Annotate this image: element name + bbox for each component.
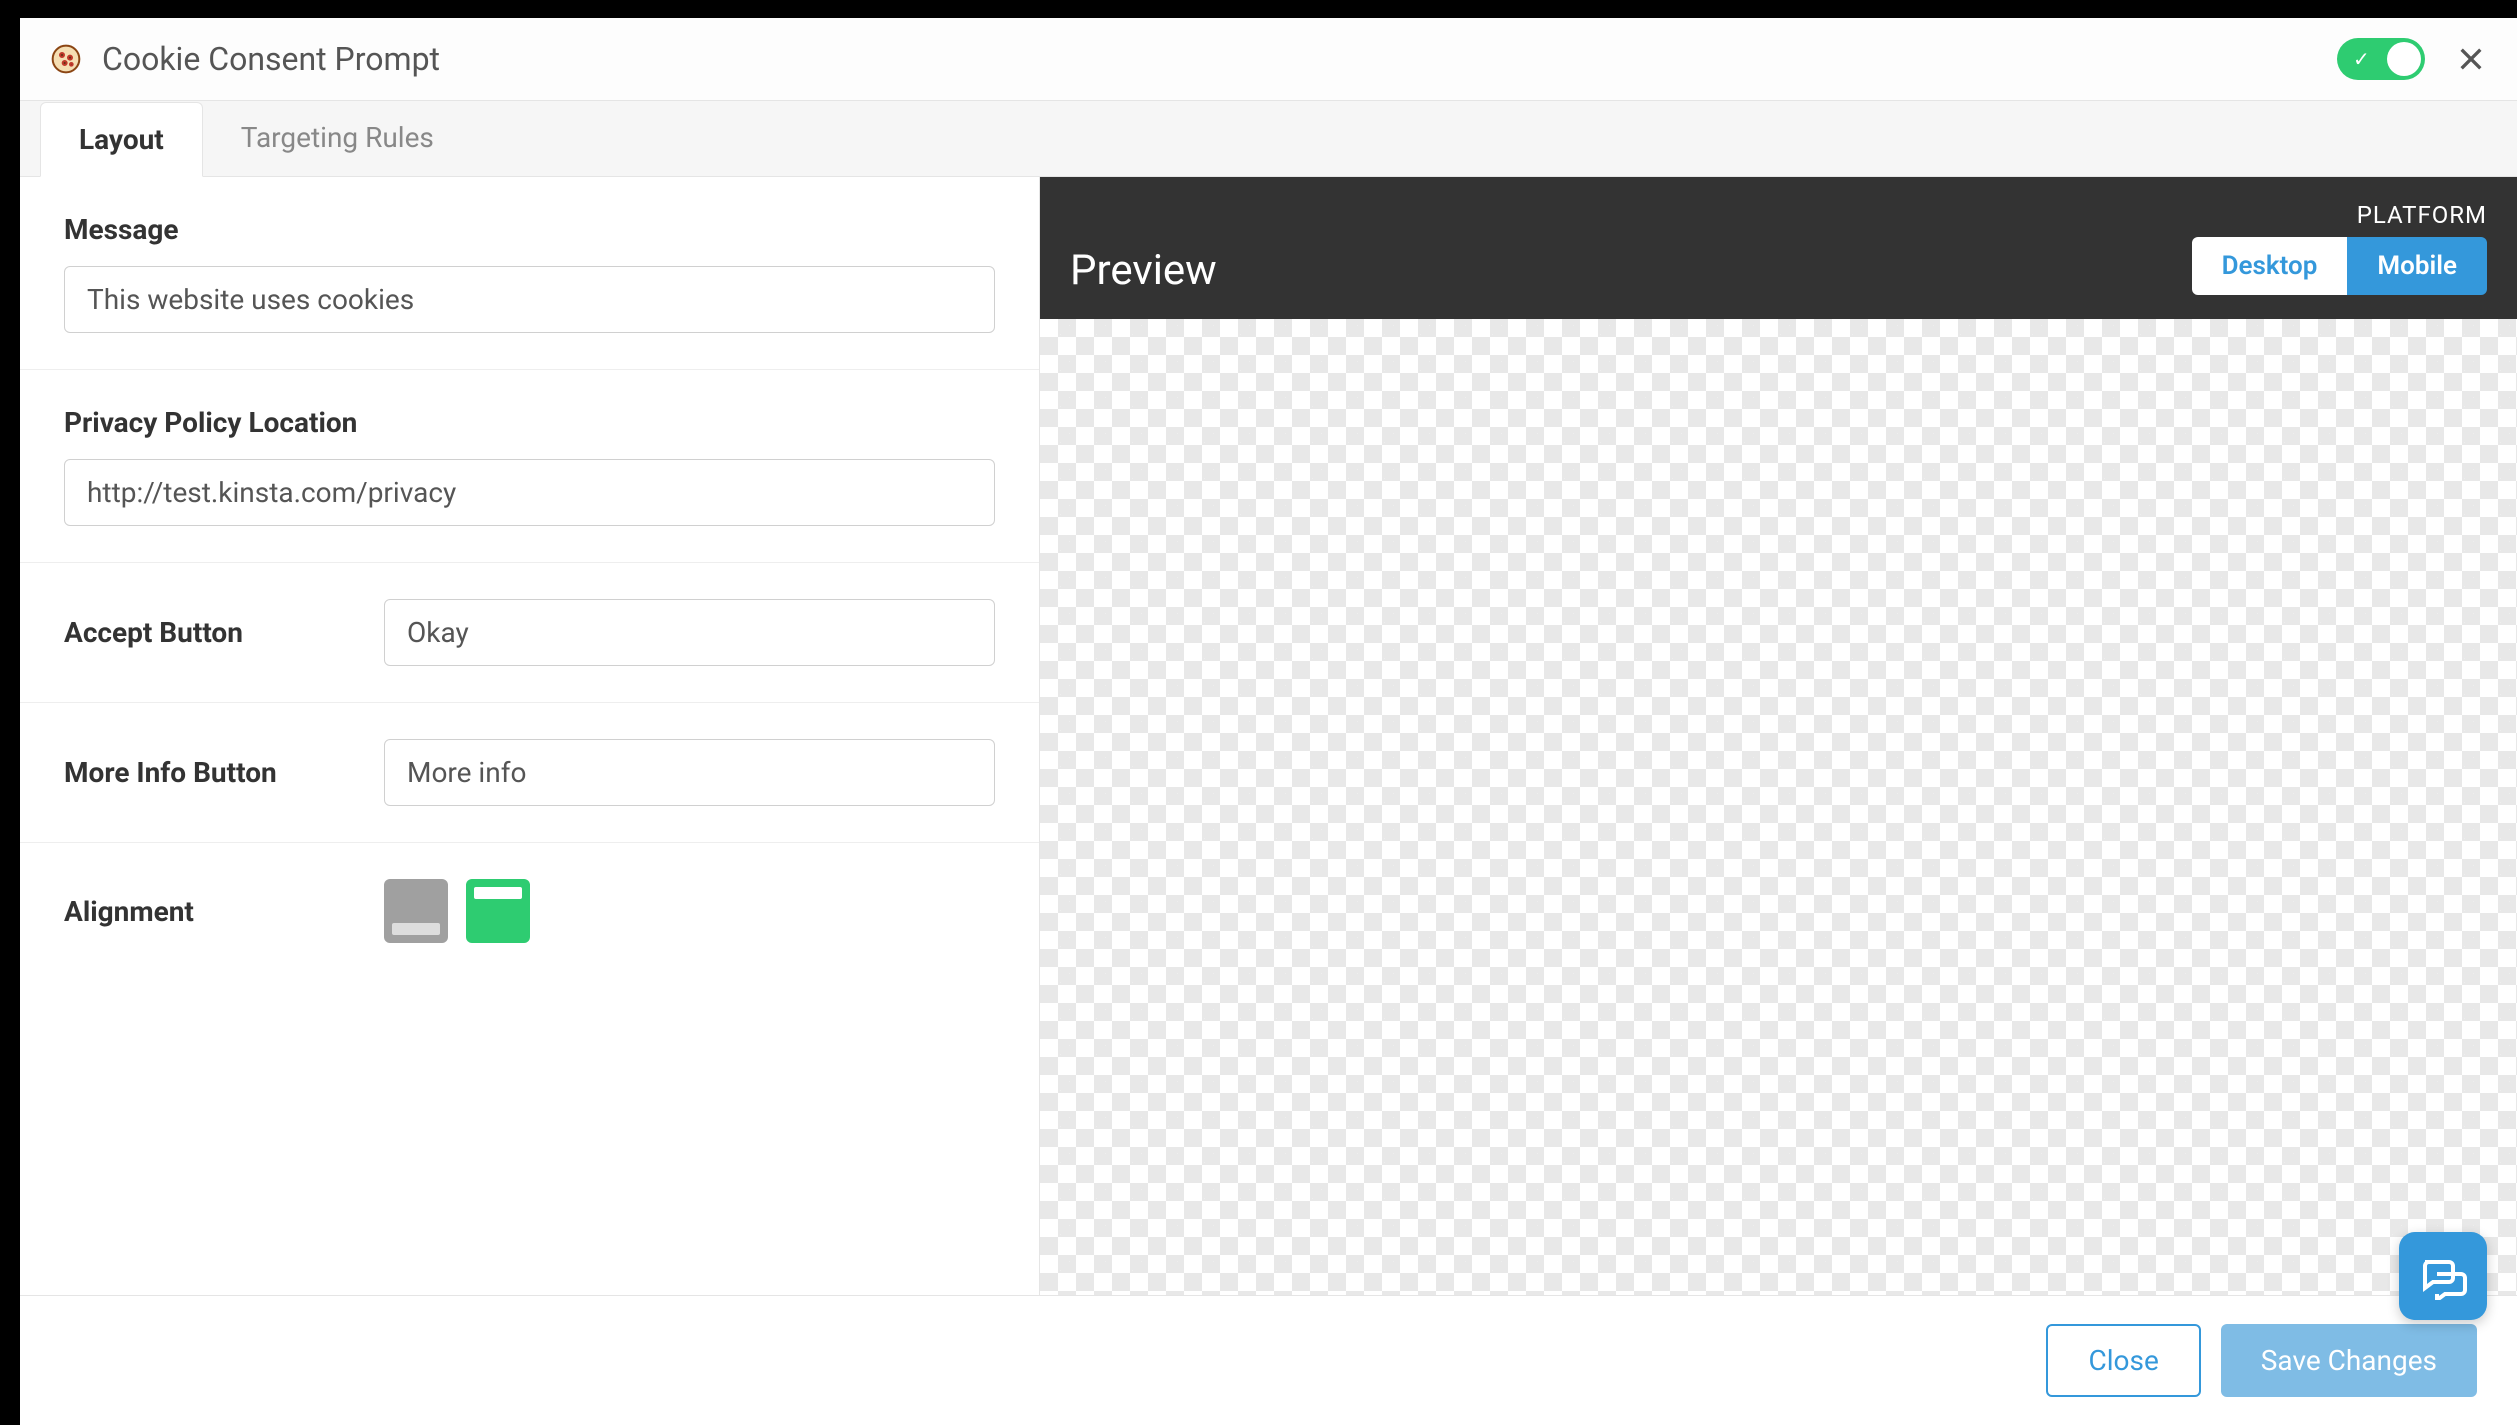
platform-toggle: Desktop Mobile xyxy=(2192,237,2487,295)
privacy-input[interactable] xyxy=(64,459,995,526)
moreinfo-input[interactable] xyxy=(384,739,995,806)
tabs-bar: Layout Targeting Rules xyxy=(20,101,2517,177)
preview-header: Preview PLATFORM Desktop Mobile xyxy=(1040,177,2517,319)
accept-label: Accept Button xyxy=(64,616,384,649)
tab-targeting-rules[interactable]: Targeting Rules xyxy=(203,101,472,176)
preview-title: Preview xyxy=(1070,246,1217,295)
modal-title: Cookie Consent Prompt xyxy=(102,40,2337,78)
modal-footer: Close Save Changes xyxy=(20,1295,2517,1425)
alignment-field-row: Alignment xyxy=(20,843,1039,979)
privacy-label: Privacy Policy Location xyxy=(64,406,995,439)
modal-header: Cookie Consent Prompt ✓ xyxy=(20,18,2517,101)
save-changes-button[interactable]: Save Changes xyxy=(2221,1324,2477,1397)
cookie-icon xyxy=(50,43,82,75)
close-icon[interactable] xyxy=(2455,43,2487,75)
moreinfo-label: More Info Button xyxy=(64,756,384,789)
accept-input[interactable] xyxy=(384,599,995,666)
platform-mobile-button[interactable]: Mobile xyxy=(2347,237,2487,295)
platform-label: PLATFORM xyxy=(2192,201,2487,229)
message-field-group: Message xyxy=(20,177,1039,370)
platform-section: PLATFORM Desktop Mobile xyxy=(2192,201,2487,295)
message-label: Message xyxy=(64,213,995,246)
message-input[interactable] xyxy=(64,266,995,333)
align-top-option[interactable] xyxy=(466,879,530,943)
align-bottom-option[interactable] xyxy=(384,879,448,943)
chat-fab[interactable] xyxy=(2399,1232,2487,1320)
preview-panel: Preview PLATFORM Desktop Mobile xyxy=(1040,177,2517,1295)
form-panel: Message Privacy Policy Location Accept B… xyxy=(20,177,1040,1295)
platform-desktop-button[interactable]: Desktop xyxy=(2192,237,2348,295)
tab-layout[interactable]: Layout xyxy=(40,102,203,177)
close-button[interactable]: Close xyxy=(2046,1324,2200,1397)
alignment-options xyxy=(384,879,530,943)
accept-field-row: Accept Button xyxy=(20,563,1039,703)
cookie-consent-modal: Cookie Consent Prompt ✓ Layout Targeting… xyxy=(20,18,2517,1425)
enable-toggle[interactable]: ✓ xyxy=(2337,38,2425,80)
modal-body: Message Privacy Policy Location Accept B… xyxy=(20,177,2517,1295)
preview-canvas xyxy=(1040,319,2517,1295)
alignment-label: Alignment xyxy=(64,895,384,928)
chat-icon xyxy=(2419,1252,2467,1300)
check-icon: ✓ xyxy=(2353,47,2370,71)
privacy-field-group: Privacy Policy Location xyxy=(20,370,1039,563)
moreinfo-field-row: More Info Button xyxy=(20,703,1039,843)
